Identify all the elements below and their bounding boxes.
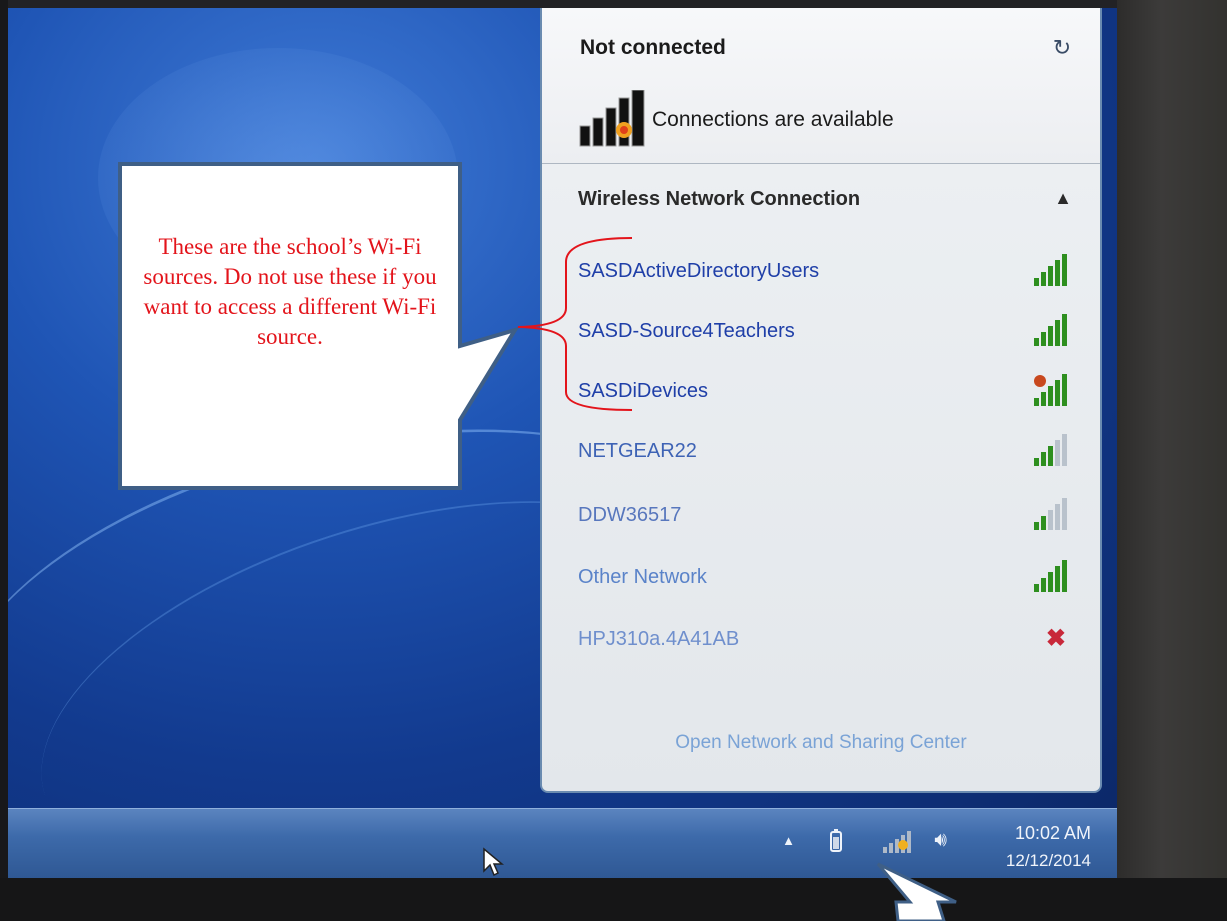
callout-shape [118,162,633,490]
annotation-bracket [517,237,633,411]
annotation-arrow [876,862,957,921]
callout-text: These are the school’s Wi-Fi sources. Do… [143,234,437,349]
